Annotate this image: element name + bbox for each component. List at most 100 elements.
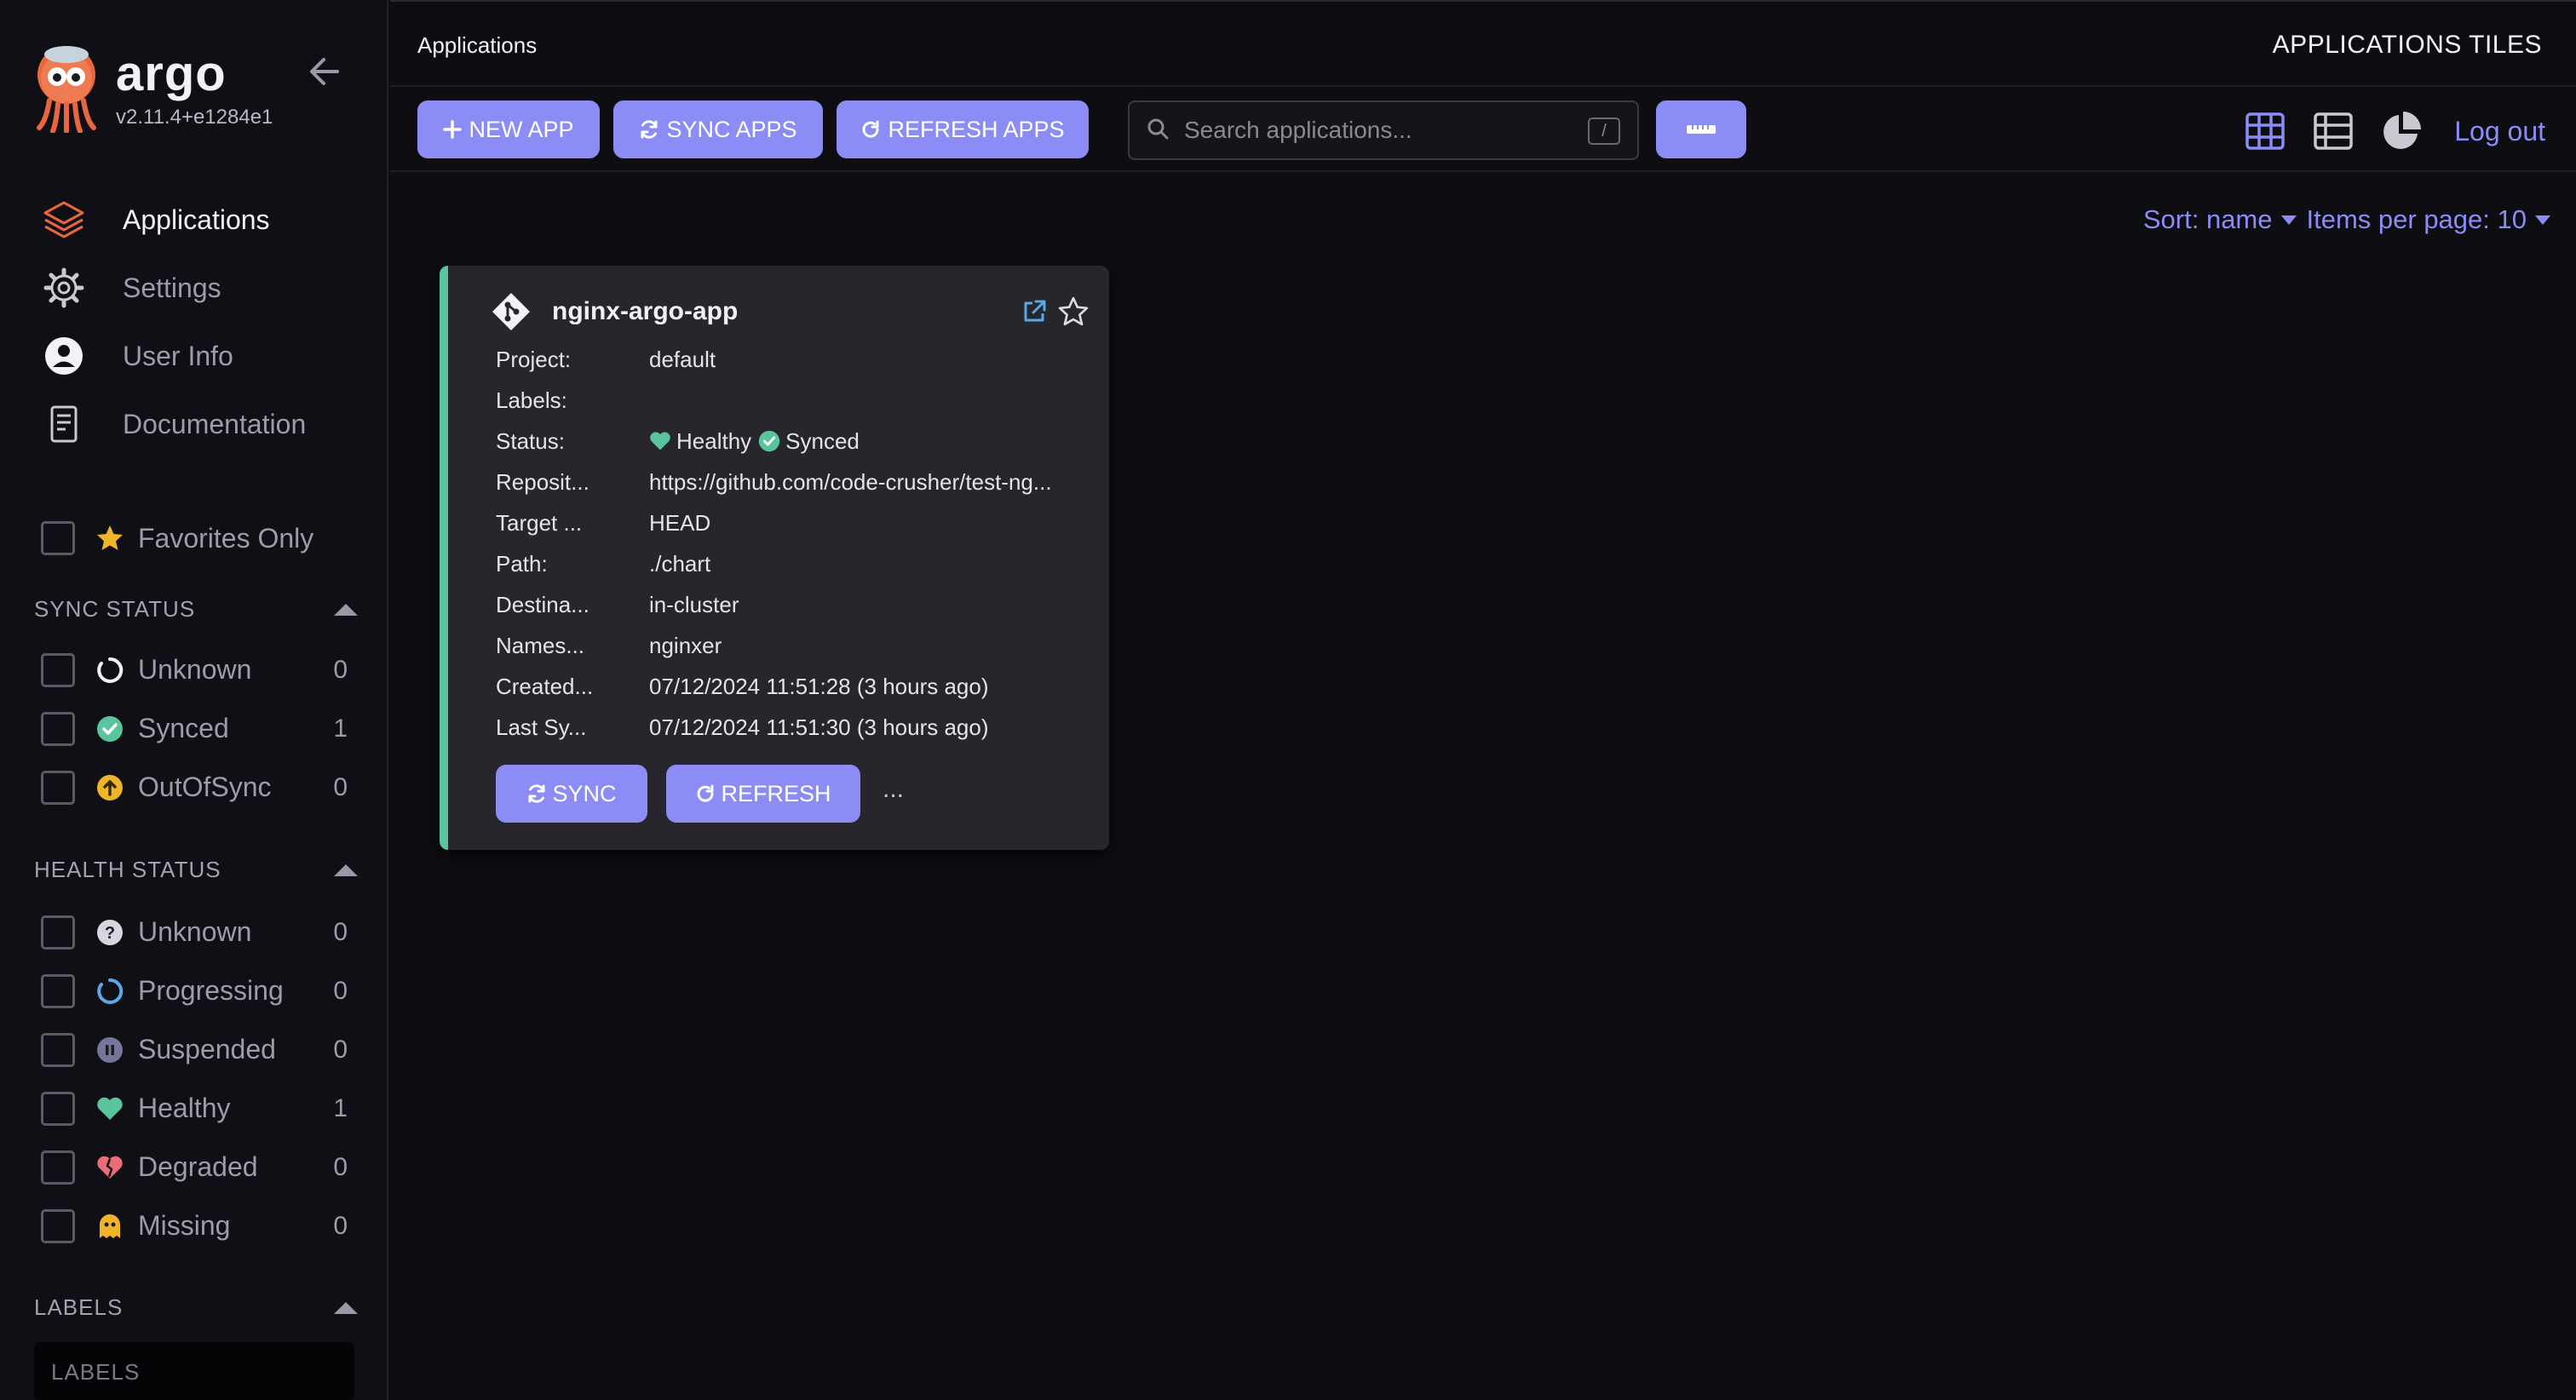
detail-key: Project:	[496, 346, 572, 372]
view-switcher: Log out	[2221, 107, 2545, 155]
button-label: NEW APP	[469, 116, 574, 142]
filter-toggle-button[interactable]	[1656, 100, 1746, 158]
items-per-page-dropdown[interactable]: Items per page: 10	[2307, 204, 2527, 235]
app-name[interactable]: nginx-argo-app	[552, 297, 738, 326]
filter-label: Missing	[138, 1210, 231, 1241]
favorite-button[interactable]	[1058, 296, 1089, 327]
filter-health-suspended[interactable]: Suspended 0	[41, 1020, 348, 1079]
status-value: Healthy Synced	[649, 428, 866, 455]
caret-down-icon	[2280, 215, 2297, 225]
collapse-sidebar-button[interactable]	[307, 53, 344, 90]
keyboard-shortcut-hint: /	[1588, 118, 1620, 145]
caret-up-icon	[334, 603, 358, 616]
sync-apps-button[interactable]: SYNC APPS	[613, 100, 823, 158]
nav-item-settings[interactable]: Settings	[41, 254, 373, 322]
filter-health-progressing[interactable]: Progressing 0	[41, 961, 348, 1020]
external-link-button[interactable]	[1019, 296, 1049, 327]
more-actions-button[interactable]: ...	[883, 775, 904, 804]
search-input[interactable]	[1184, 117, 1576, 144]
pause-circle-icon	[95, 1036, 124, 1064]
user-icon	[41, 333, 87, 379]
sidebar: argo v2.11.4+e1284e1 Applications Settin…	[0, 0, 388, 1400]
arrow-left-icon	[310, 58, 339, 85]
pie-chart-icon	[2383, 112, 2422, 149]
filter-sync-synced[interactable]: Synced 1	[41, 699, 348, 758]
detail-row-namespace: Names... nginxer	[496, 625, 1092, 666]
refresh-button[interactable]: REFRESH	[666, 765, 860, 823]
breadcrumb[interactable]: Applications	[417, 32, 537, 59]
logout-link[interactable]: Log out	[2454, 116, 2545, 147]
favorites-checkbox[interactable]	[41, 521, 75, 555]
list-view-button[interactable]	[2309, 107, 2357, 155]
checkbox[interactable]	[41, 915, 75, 950]
caret-down-icon	[2535, 215, 2550, 225]
sort-controls: Sort: name Items per page: 10	[2143, 204, 2550, 235]
refresh-apps-button[interactable]: REFRESH APPS	[837, 100, 1089, 158]
sync-status-header[interactable]: SYNC STATUS	[34, 596, 358, 623]
broken-heart-icon	[95, 1153, 124, 1182]
nav-item-user-info[interactable]: User Info	[41, 322, 373, 390]
refresh-icon	[860, 119, 881, 140]
filter-sync-unknown[interactable]: Unknown 0	[41, 640, 348, 699]
star-outline-icon	[1058, 296, 1089, 326]
argo-octopus-logo	[37, 46, 96, 133]
filter-label: Degraded	[138, 1151, 258, 1182]
nav-label: Settings	[123, 272, 221, 303]
book-icon	[41, 401, 87, 447]
detail-row-last-sync: Last Sy... 07/12/2024 11:51:30 (3 hours …	[496, 707, 1092, 748]
section-title: LABELS	[34, 1294, 124, 1320]
new-app-button[interactable]: NEW APP	[417, 100, 600, 158]
labels-filter-input[interactable]: LABELS	[34, 1342, 354, 1400]
top-bar: Applications APPLICATIONS TILES	[390, 0, 2576, 87]
health-status-header[interactable]: HEALTH STATUS	[34, 857, 358, 883]
summary-view-button[interactable]	[2378, 107, 2425, 155]
checkbox[interactable]	[41, 1150, 75, 1185]
detail-row-labels: Labels:	[496, 380, 1092, 421]
checkbox[interactable]	[41, 652, 75, 687]
filter-count: 0	[333, 655, 348, 684]
favorites-filter[interactable]: Favorites Only	[41, 521, 313, 555]
filter-count: 0	[333, 1211, 348, 1240]
filter-label: Healthy	[138, 1093, 231, 1123]
ruler-icon	[1687, 125, 1716, 134]
filter-health-degraded[interactable]: Degraded 0	[41, 1138, 348, 1196]
nav-item-applications[interactable]: Applications	[41, 186, 373, 254]
brand: argo v2.11.4+e1284e1	[32, 44, 273, 133]
check-circle-icon	[758, 430, 780, 452]
caret-up-icon	[334, 1301, 358, 1314]
button-label: REFRESH	[721, 780, 831, 806]
nav-item-documentation[interactable]: Documentation	[41, 390, 373, 458]
checkbox[interactable]	[41, 1032, 75, 1067]
circle-notch-icon	[95, 656, 124, 685]
detail-row-destination: Destina... in-cluster	[496, 584, 1092, 625]
filter-health-healthy[interactable]: Healthy 1	[41, 1079, 348, 1138]
search-box[interactable]: /	[1128, 100, 1639, 160]
detail-value: in-cluster	[649, 591, 739, 617]
checkbox[interactable]	[41, 711, 75, 746]
checkbox[interactable]	[41, 770, 75, 805]
sort-dropdown[interactable]: Sort: name	[2143, 204, 2273, 235]
detail-key: Status:	[496, 427, 565, 454]
plus-icon	[443, 120, 463, 139]
checkbox[interactable]	[41, 1091, 75, 1126]
labels-header[interactable]: LABELS	[34, 1294, 358, 1321]
nav-label: User Info	[123, 340, 233, 371]
tiles-view-button[interactable]	[2241, 107, 2289, 155]
application-tile[interactable]: nginx-argo-app Project: default Labels: …	[440, 266, 1109, 850]
layers-icon	[41, 197, 87, 243]
detail-value: nginxer	[649, 632, 722, 658]
tile-actions	[1010, 296, 1089, 327]
detail-value: HEAD	[649, 509, 711, 536]
detail-key: Path:	[496, 550, 548, 577]
checkbox[interactable]	[41, 1208, 75, 1243]
filter-sync-outofsync[interactable]: OutOfSync 0	[41, 758, 348, 817]
filter-health-missing[interactable]: Missing 0	[41, 1196, 348, 1255]
brand-version: v2.11.4+e1284e1	[116, 106, 273, 129]
filter-count: 0	[333, 1035, 348, 1064]
ghost-icon	[95, 1212, 124, 1241]
checkbox[interactable]	[41, 973, 75, 1008]
favorites-label: Favorites Only	[138, 522, 314, 554]
detail-key: Destina...	[496, 591, 589, 617]
sync-button[interactable]: SYNC	[496, 765, 647, 823]
filter-health-unknown[interactable]: ? Unknown 0	[41, 903, 348, 961]
